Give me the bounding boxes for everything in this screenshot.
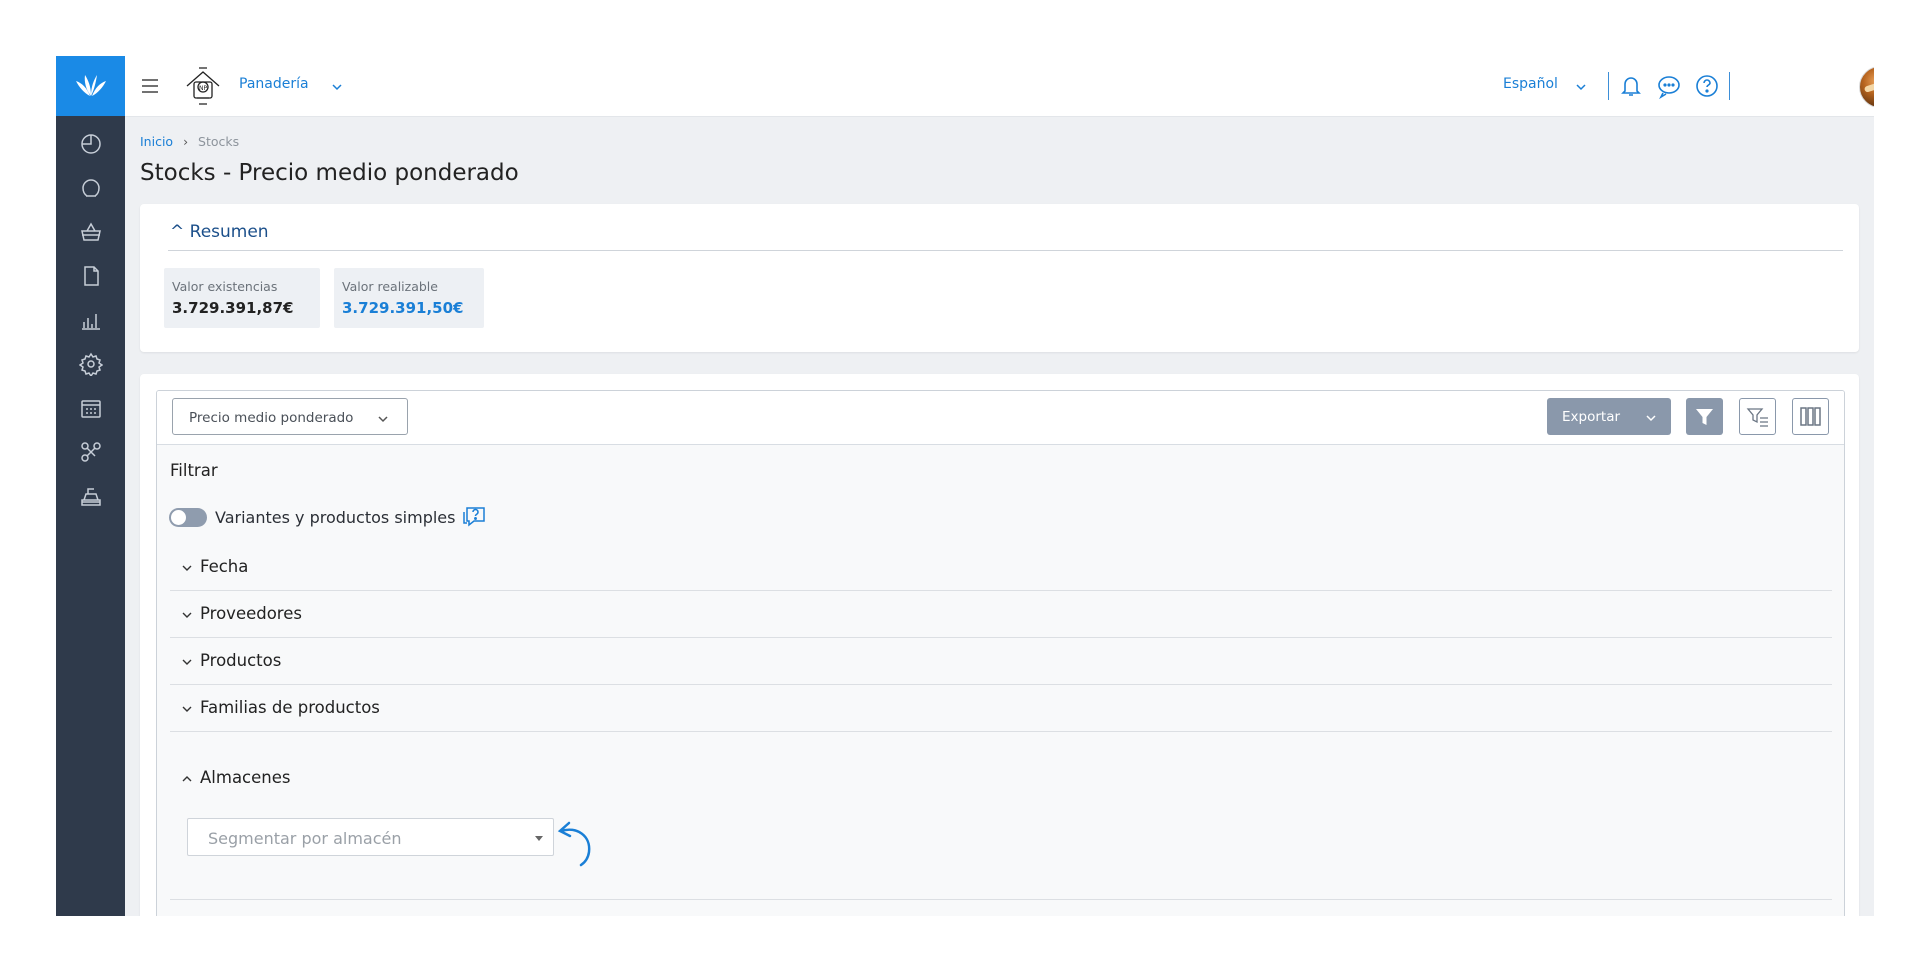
company-logo-icon: NP: [183, 66, 223, 106]
stat-realizable-value: Valor realizable 3.729.391,50€: [334, 268, 484, 328]
breadcrumb-separator: ›: [183, 134, 189, 149]
report-card: Precio medio ponderado Exportar Filtrar: [140, 374, 1859, 916]
breadcrumb: Inicio › Stocks: [140, 134, 239, 149]
chevron-down-icon: [1646, 415, 1656, 422]
section-label: Almacenes: [200, 768, 291, 787]
stat-label: Valor existencias: [172, 279, 278, 294]
chat-icon[interactable]: [1655, 72, 1683, 100]
hamburger-menu-icon[interactable]: [139, 75, 161, 97]
section-label: Productos: [200, 651, 282, 670]
filter-button[interactable]: [1686, 398, 1723, 435]
section-label: Proveedores: [200, 604, 302, 623]
chevron-down-icon: [182, 706, 192, 712]
stat-value: 3.729.391,87€: [172, 299, 294, 317]
brand-logo-icon: [75, 75, 106, 96]
company-selector[interactable]: Panadería: [239, 76, 309, 92]
export-button[interactable]: Exportar: [1547, 398, 1671, 435]
divider: [168, 250, 1843, 251]
section-label: Fecha: [200, 557, 249, 576]
chevron-down-icon[interactable]: [1575, 78, 1587, 97]
variants-toggle-label: Variantes y productos simples: [215, 508, 456, 527]
stat-value: 3.729.391,50€: [342, 299, 464, 317]
pos-icon[interactable]: [56, 474, 125, 518]
page-title: Stocks - Precio medio ponderado: [140, 160, 519, 186]
stat-label: Valor realizable: [342, 279, 438, 294]
report-toolbar: Precio medio ponderado Exportar: [157, 391, 1844, 445]
reports-icon[interactable]: [56, 298, 125, 342]
filter-section-suppliers[interactable]: Proveedores: [170, 591, 1832, 638]
topbar: NP Panadería Español: [125, 56, 1874, 117]
filter-icon: [1696, 409, 1713, 425]
language-selector[interactable]: Español: [1503, 76, 1558, 92]
report-panel: Precio medio ponderado Exportar Filtrar: [156, 390, 1845, 916]
basket-icon[interactable]: [56, 210, 125, 254]
user-icon[interactable]: [56, 166, 125, 210]
calendar-icon[interactable]: [56, 386, 125, 430]
summary-card: ^ Resumen Valor existencias 3.729.391,87…: [140, 204, 1859, 352]
document-icon[interactable]: [56, 254, 125, 298]
brand-logo[interactable]: [56, 56, 125, 116]
dashboard-icon[interactable]: [56, 122, 125, 166]
help-icon[interactable]: [1693, 72, 1721, 100]
sidebar: [56, 56, 125, 916]
chevron-down-icon: [378, 416, 388, 423]
filter-section-product-families[interactable]: Familias de productos: [170, 685, 1832, 732]
advanced-filter-button[interactable]: [1739, 398, 1776, 435]
breadcrumb-home[interactable]: Inicio: [140, 134, 173, 149]
settings-icon[interactable]: [56, 342, 125, 386]
filter-settings-icon: [1746, 408, 1768, 427]
breadcrumb-current: Stocks: [198, 134, 240, 149]
avatar[interactable]: [1859, 66, 1874, 108]
chevron-down-icon: [182, 659, 192, 665]
filter-section-date[interactable]: Fecha: [170, 544, 1832, 591]
filter-section-products[interactable]: Productos: [170, 638, 1832, 685]
divider: [1729, 72, 1730, 100]
export-label: Exportar: [1562, 409, 1621, 425]
warehouse-segment-placeholder: Segmentar por almacén: [208, 829, 402, 848]
bell-icon[interactable]: [1617, 72, 1645, 100]
stat-stock-value: Valor existencias 3.729.391,87€: [164, 268, 320, 328]
svg-text:NP: NP: [199, 85, 207, 92]
divider: [1608, 72, 1609, 100]
section-label: Familias de productos: [200, 698, 380, 717]
filter-title: Filtrar: [170, 461, 218, 480]
variants-toggle[interactable]: [169, 508, 207, 527]
report-type-value: Precio medio ponderado: [189, 410, 354, 426]
caret-down-icon: [535, 836, 543, 841]
divider: [170, 899, 1832, 900]
warehouse-segment-select[interactable]: Segmentar por almacén: [187, 818, 554, 856]
app-window: NP Panadería Español Inicio › Stocks Sto…: [56, 56, 1874, 916]
report-type-select[interactable]: Precio medio ponderado: [172, 398, 408, 435]
chevron-up-icon: [182, 776, 192, 782]
integrations-icon[interactable]: [56, 430, 125, 474]
curved-arrow-icon: [555, 814, 605, 874]
summary-toggle[interactable]: ^ Resumen: [170, 222, 269, 242]
filter-section-warehouses[interactable]: Almacenes: [170, 755, 1832, 801]
chevron-down-icon: [182, 612, 192, 618]
columns-button[interactable]: [1792, 398, 1829, 435]
chevron-down-icon: [182, 565, 192, 571]
chevron-down-icon[interactable]: [331, 78, 343, 97]
columns-icon: [1800, 407, 1821, 426]
help-chat-icon[interactable]: [461, 505, 487, 529]
